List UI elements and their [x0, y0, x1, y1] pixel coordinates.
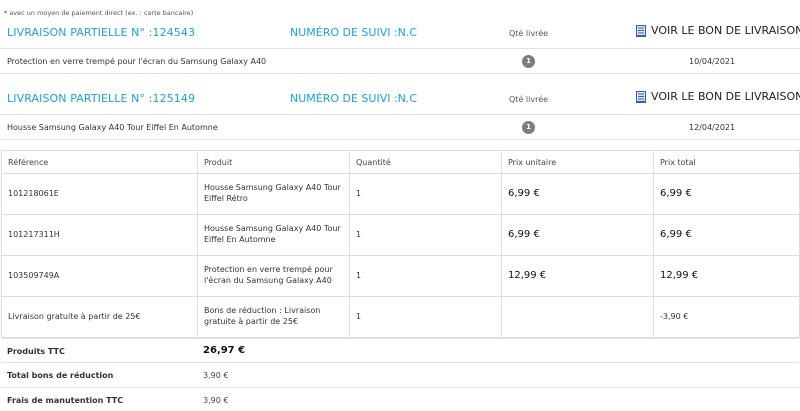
cell-total-price: 6,99 €	[653, 214, 800, 256]
payment-note: * avec un moyen de paiement direct (ex. :…	[4, 9, 193, 17]
table-row: Livraison gratuite à partir de 25€ Bons …	[1, 296, 800, 338]
order-items-table: Référence Produit Quantité Prix unitaire…	[1, 150, 800, 338]
cell-unit-price: 12,99 €	[501, 255, 654, 297]
cell-product: Protection en verre trempé pour l'écran …	[197, 255, 350, 297]
col-product: Produit	[197, 150, 350, 174]
col-quantity: Quantité	[349, 150, 502, 174]
col-total-price: Prix total	[653, 150, 800, 174]
cell-product: Housse Samsung Galaxy A40 Tour Eiffel Ré…	[197, 173, 350, 215]
document-icon	[636, 24, 646, 37]
totals-value: 3,90 €	[203, 396, 229, 405]
qty-delivered-header: Qté livrée	[509, 95, 549, 104]
shipment-header-1: LIVRAISON PARTIELLE N° :124543 NUMÉRO DE…	[0, 19, 800, 49]
cell-quantity: 1	[349, 255, 502, 297]
totals-value: 3,90 €	[203, 371, 229, 380]
totals-row: Total bons de réduction 3,90 €	[1, 363, 799, 388]
shipment-product: Protection en verre trempé pour l'écran …	[7, 57, 267, 66]
qty-badge: 1	[522, 121, 535, 134]
shipment-tracking: NUMÉRO DE SUIVI :N.C	[290, 26, 418, 39]
table-row: 103509749A Protection en verre trempé po…	[1, 255, 800, 297]
totals-value: 26,97 €	[203, 345, 246, 356]
view-delivery-note-link[interactable]: VOIR LE BON DE LIVRAISON	[636, 90, 800, 103]
shipment-item-row-2: Housse Samsung Galaxy A40 Tour Eiffel En…	[0, 114, 800, 140]
shipment-tracking: NUMÉRO DE SUIVI :N.C	[290, 92, 418, 105]
order-totals: Produits TTC 26,97 € Total bons de réduc…	[1, 338, 799, 411]
cell-total-price: -3,90 €	[653, 296, 800, 338]
totals-label: Total bons de réduction	[7, 371, 114, 380]
cell-unit-price: 6,99 €	[501, 214, 654, 256]
totals-row: Frais de manutention TTC 3,90 €	[1, 388, 799, 411]
cell-reference: 101218061E	[1, 173, 198, 215]
shipment-header-2: LIVRAISON PARTIELLE N° :125149 NUMÉRO DE…	[0, 85, 800, 115]
cell-total-price: 12,99 €	[653, 255, 800, 297]
shipment-product: Housse Samsung Galaxy A40 Tour Eiffel En…	[7, 123, 218, 132]
cell-total-price: 6,99 €	[653, 173, 800, 215]
totals-row: Produits TTC 26,97 €	[1, 338, 799, 363]
totals-label: Frais de manutention TTC	[7, 396, 124, 405]
required-star: *	[4, 9, 8, 17]
table-row: 101217311H Housse Samsung Galaxy A40 Tou…	[1, 214, 800, 256]
cell-product: Bons de réduction : Livraison gratuite à…	[197, 296, 350, 338]
cell-unit-price	[501, 296, 654, 338]
totals-label: Produits TTC	[7, 347, 65, 356]
shipment-item-row-1: Protection en verre trempé pour l'écran …	[0, 48, 800, 74]
col-reference: Référence	[1, 150, 198, 174]
col-unit-price: Prix unitaire	[501, 150, 654, 174]
cell-reference: 101217311H	[1, 214, 198, 256]
cell-quantity: 1	[349, 173, 502, 215]
shipment-title: LIVRAISON PARTIELLE N° :125149	[7, 92, 196, 105]
cell-quantity: 1	[349, 214, 502, 256]
cell-reference: Livraison gratuite à partir de 25€	[1, 296, 198, 338]
shipment-title: LIVRAISON PARTIELLE N° :124543	[7, 26, 196, 39]
document-icon	[636, 90, 646, 103]
cell-reference: 103509749A	[1, 255, 198, 297]
qty-delivered-header: Qté livrée	[509, 29, 549, 38]
view-delivery-note-label: VOIR LE BON DE LIVRAISON	[651, 24, 800, 37]
view-delivery-note-label: VOIR LE BON DE LIVRAISON	[651, 90, 800, 103]
cell-quantity: 1	[349, 296, 502, 338]
table-header-row: Référence Produit Quantité Prix unitaire…	[1, 150, 800, 174]
cell-product: Housse Samsung Galaxy A40 Tour Eiffel En…	[197, 214, 350, 256]
payment-note-text: avec un moyen de paiement direct (ex. : …	[9, 9, 194, 17]
table-row: 101218061E Housse Samsung Galaxy A40 Tou…	[1, 173, 800, 215]
cell-unit-price: 6,99 €	[501, 173, 654, 215]
qty-badge: 1	[522, 55, 535, 68]
view-delivery-note-link[interactable]: VOIR LE BON DE LIVRAISON	[636, 24, 800, 37]
shipment-date: 10/04/2021	[689, 57, 736, 66]
shipment-date: 12/04/2021	[689, 123, 736, 132]
